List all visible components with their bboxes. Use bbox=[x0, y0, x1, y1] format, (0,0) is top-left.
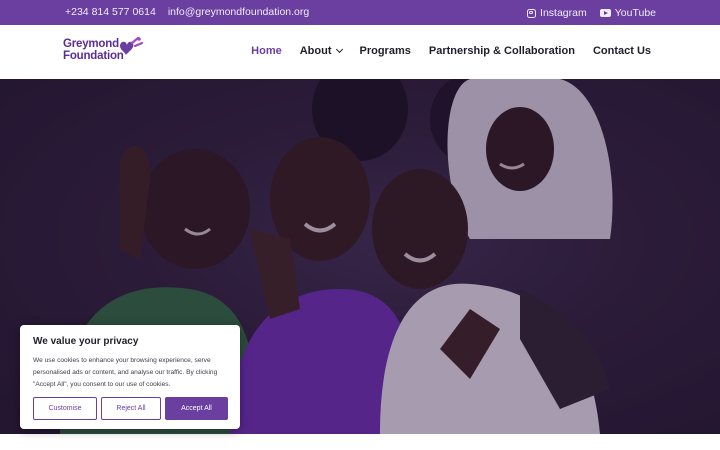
nav-programs[interactable]: Programs bbox=[360, 45, 411, 57]
nav-about-label: About bbox=[299, 45, 332, 57]
email-link[interactable]: info@greymondfoundation.org bbox=[168, 6, 309, 18]
page-strip bbox=[0, 434, 720, 450]
accept-all-button[interactable]: Accept All bbox=[165, 397, 228, 420]
nav-about[interactable]: About bbox=[299, 45, 343, 57]
nav-partnership[interactable]: Partnership & Collaboration bbox=[429, 45, 575, 57]
youtube-label: YouTube bbox=[614, 7, 656, 19]
phone-link[interactable]: +234 814 577 0614 bbox=[65, 6, 156, 18]
top-bar: +234 814 577 0614 info@greymondfoundatio… bbox=[0, 0, 720, 25]
nav-home[interactable]: Home bbox=[251, 45, 282, 57]
cookie-buttons: Customise Reject All Accept All bbox=[33, 397, 228, 420]
cookie-title: We value your privacy bbox=[33, 336, 139, 347]
main-nav: Home About Programs Partnership & Collab… bbox=[251, 45, 651, 57]
instagram-link[interactable]: Instagram bbox=[527, 7, 587, 19]
logo[interactable]: Greymond Foundation bbox=[63, 37, 145, 67]
cookie-body: We use cookies to enhance your browsing … bbox=[33, 357, 218, 388]
youtube-icon bbox=[599, 9, 611, 17]
nav-contact-label: Contact Us bbox=[592, 45, 651, 57]
logo-heart-icon bbox=[120, 37, 144, 55]
reject-all-button[interactable]: Reject All bbox=[101, 397, 161, 420]
nav-programs-label: Programs bbox=[359, 45, 411, 57]
nav-contact[interactable]: Contact Us bbox=[593, 45, 651, 57]
site-header: Greymond Foundation Home About Programs … bbox=[0, 25, 720, 79]
social-links: Instagram YouTube bbox=[527, 7, 656, 19]
cookie-consent-banner: We value your privacy We use cookies to … bbox=[20, 325, 240, 429]
contact-info: +234 814 577 0614 info@greymondfoundatio… bbox=[65, 6, 309, 18]
nav-partnership-label: Partnership & Collaboration bbox=[428, 45, 575, 57]
chevron-down-icon bbox=[335, 45, 343, 54]
customise-button[interactable]: Customise bbox=[33, 397, 97, 420]
nav-home-label: Home bbox=[251, 45, 282, 57]
instagram-icon bbox=[527, 8, 537, 18]
youtube-link[interactable]: YouTube bbox=[599, 7, 656, 19]
instagram-label: Instagram bbox=[540, 7, 587, 19]
